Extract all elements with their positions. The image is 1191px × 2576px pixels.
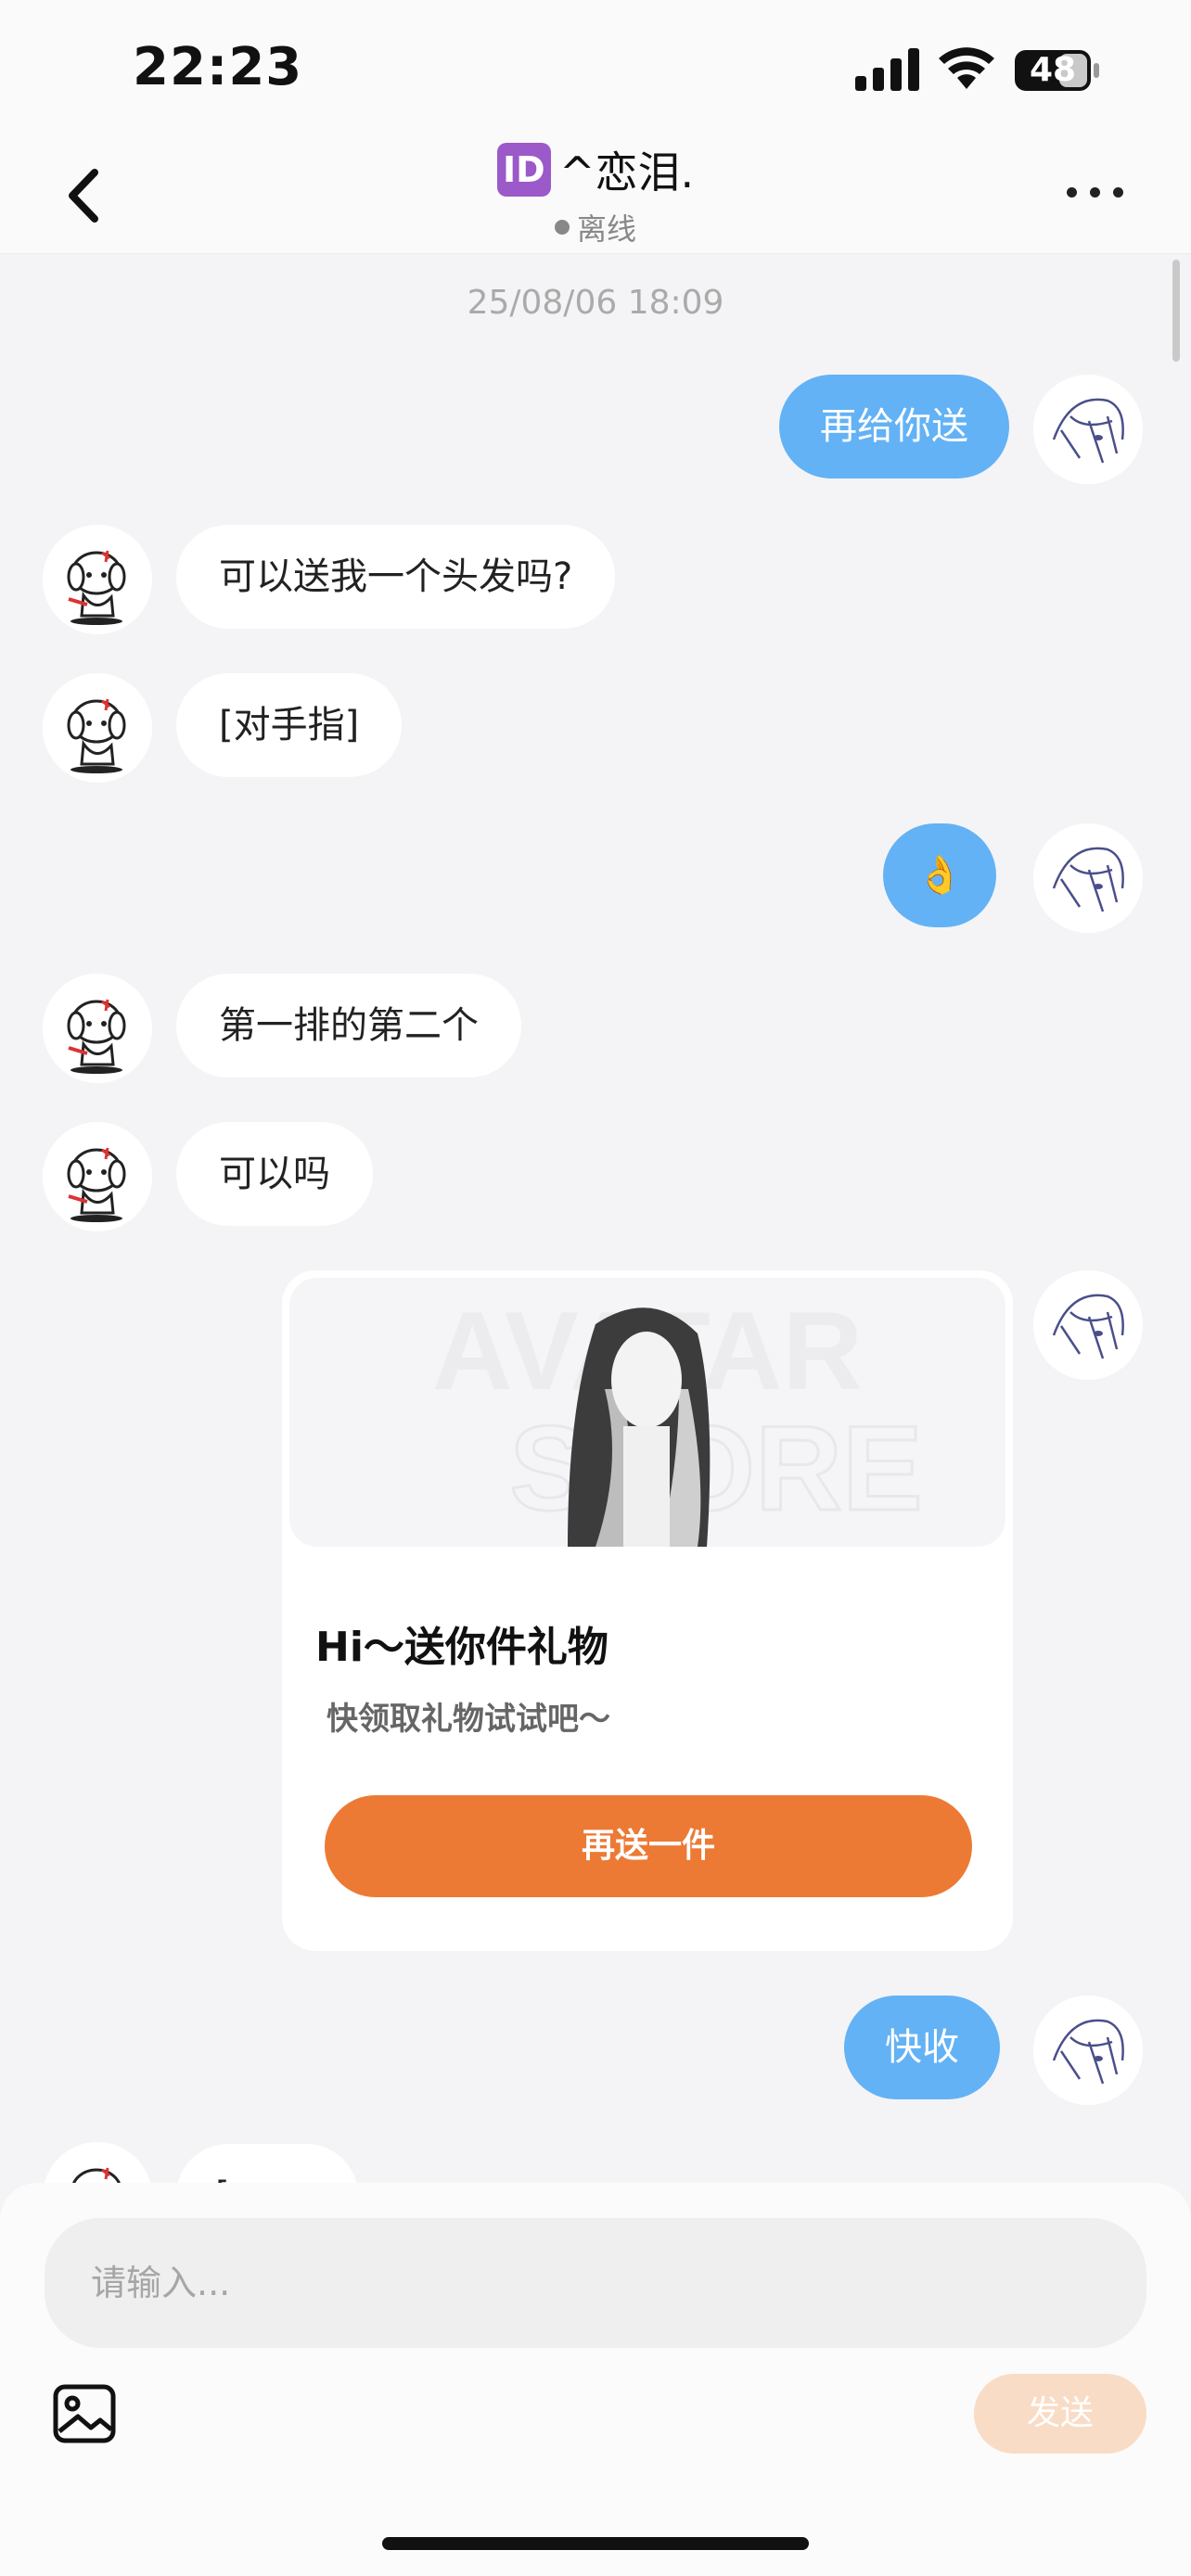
send-button[interactable]: 发送 (974, 2374, 1146, 2454)
outgoing-message[interactable]: 再给你送 (779, 375, 1009, 478)
wifi-icon (939, 47, 994, 89)
gift-card[interactable]: AVATAR STORE Hi～送你件礼物 快领取礼物试试吧～ 再送一件 (282, 1270, 1013, 1951)
chat-header: ID ^恋泪. 离线 (0, 130, 1191, 254)
battery-level: 48 (1029, 51, 1077, 89)
contact-name: ^恋泪. (558, 147, 695, 198)
image-icon[interactable] (52, 2381, 117, 2446)
contact-avatar[interactable] (43, 525, 152, 634)
message-timestamp: 25/08/06 18:09 (467, 284, 724, 322)
status-bar: 22:23 48 (0, 0, 1191, 130)
my-avatar[interactable] (1033, 823, 1143, 933)
contact-avatar[interactable] (43, 673, 152, 783)
message-input[interactable] (45, 2218, 1146, 2348)
presence-label: 离线 (576, 211, 636, 247)
incoming-message[interactable]: 可以吗 (176, 1122, 373, 1226)
gift-image: AVATAR STORE (289, 1278, 1005, 1547)
contact-avatar[interactable] (43, 974, 152, 1083)
presence-status: 离线 (0, 206, 1191, 249)
incoming-message[interactable]: 可以送我一个头发吗? (176, 525, 616, 629)
gift-subtitle: 快领取礼物试试吧～ (327, 1701, 610, 1738)
my-avatar[interactable] (1033, 375, 1143, 484)
incoming-message[interactable]: 第一排的第二个 (176, 974, 521, 1078)
incoming-message[interactable]: [对手指] (176, 673, 403, 777)
composer-panel: 发送 (0, 2183, 1191, 2576)
signal-icon (855, 48, 919, 91)
my-avatar[interactable] (1033, 1270, 1143, 1380)
gift-title: Hi～送你件礼物 (315, 1624, 608, 1671)
send-another-gift-button[interactable]: 再送一件 (325, 1795, 972, 1897)
contact-title: ID ^恋泪. (0, 139, 1191, 200)
id-badge: ID (496, 143, 551, 197)
presence-dot (554, 220, 570, 235)
my-avatar[interactable] (1033, 1996, 1143, 2105)
contact-avatar[interactable] (43, 1122, 152, 1231)
outgoing-message[interactable]: 快收 (844, 1996, 1000, 2099)
status-time: 22:23 (133, 37, 303, 97)
more-icon[interactable] (1067, 178, 1124, 206)
outgoing-message[interactable]: 👌 (883, 823, 996, 927)
home-indicator[interactable] (382, 2537, 809, 2550)
